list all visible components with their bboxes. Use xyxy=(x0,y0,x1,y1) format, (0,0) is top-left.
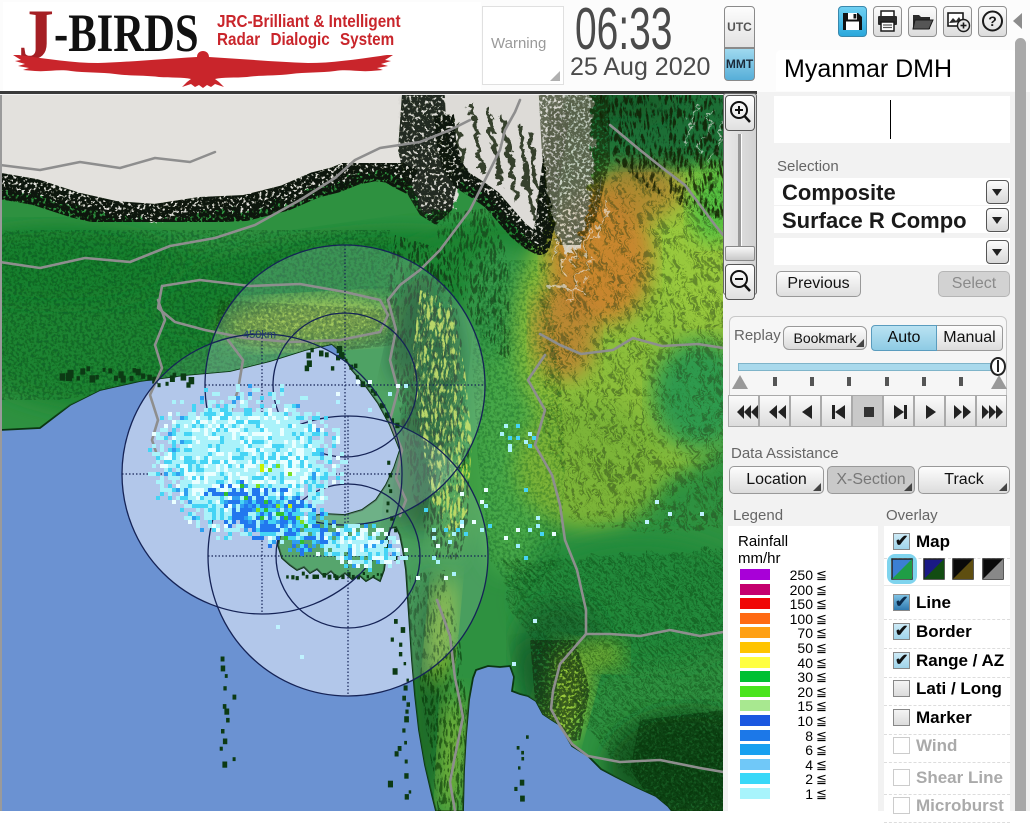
svg-text:450km: 450km xyxy=(243,329,276,341)
svg-text:?: ? xyxy=(988,13,997,29)
